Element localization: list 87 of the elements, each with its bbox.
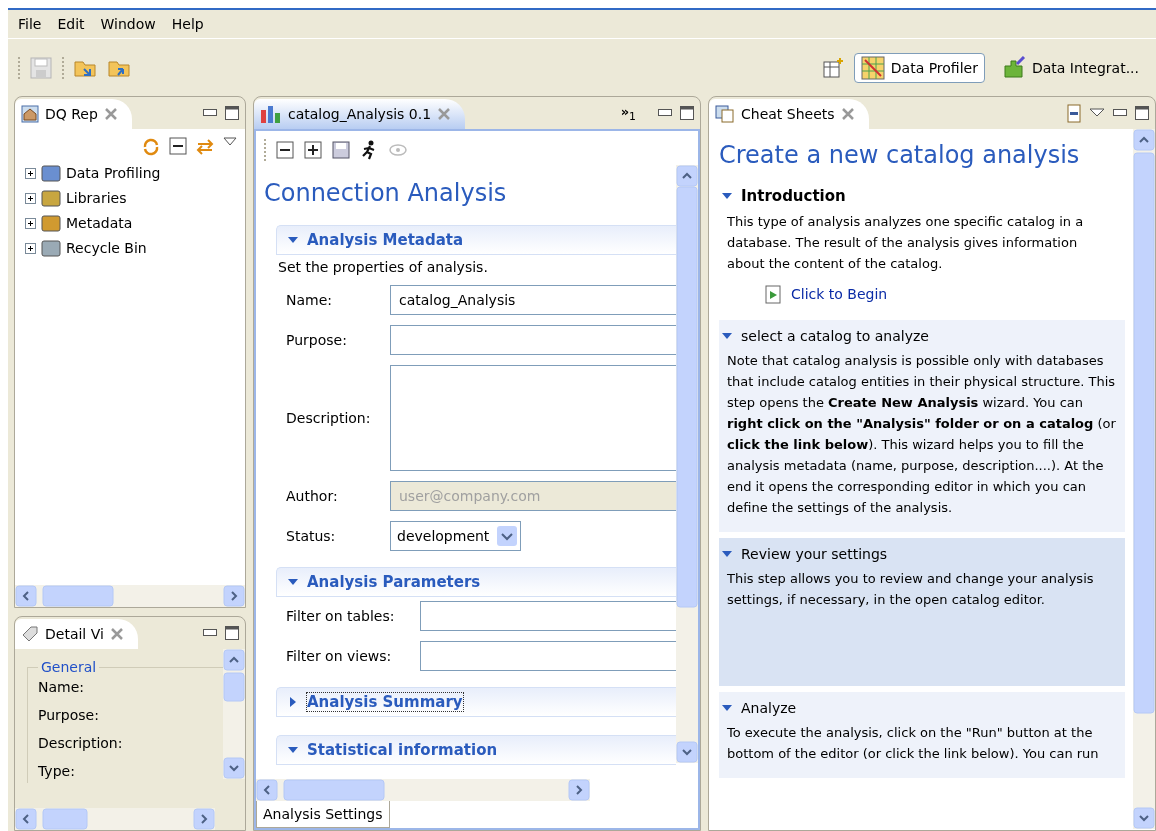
field-label: Description: <box>286 410 372 426</box>
field-label: Status: <box>286 528 337 544</box>
chart-icon <box>860 55 885 80</box>
tree-item[interactable]: Data Profiling <box>66 165 161 181</box>
section-header[interactable]: Statistical information <box>276 735 676 765</box>
expand-icon[interactable] <box>25 242 36 254</box>
section-header[interactable]: Analysis Parameters <box>276 567 676 597</box>
status-dropdown[interactable]: development <box>390 521 522 551</box>
step-text: This step allows you to review and change your analysis settings, if necessary, in the open catalog editor. <box>726 570 1095 609</box>
text-field[interactable] <box>420 641 676 671</box>
intro-text: This type of analysis analyzes one specific catalog in a database. The result of the analysis gives information about the content of the catalog. <box>726 213 1085 273</box>
step-title[interactable]: Analyze <box>741 700 797 716</box>
menu-item[interactable]: Window <box>94 14 162 34</box>
panel-tab[interactable]: Detail Vi <box>15 619 138 649</box>
editor-title: Connection Analysis <box>264 178 508 209</box>
close-icon[interactable] <box>109 627 124 641</box>
save-icon[interactable] <box>332 141 350 159</box>
vertical-scrollbar[interactable] <box>1133 129 1155 829</box>
expand-icon[interactable] <box>25 192 36 204</box>
section-title: Introduction <box>741 187 846 205</box>
close-icon[interactable] <box>840 107 855 121</box>
minimize-icon[interactable] <box>203 109 217 117</box>
cheat-sheet-title: Create a new catalog analysis <box>719 140 1081 171</box>
expand-icon[interactable] <box>25 217 36 229</box>
bar-chart-icon <box>260 104 282 124</box>
menu-item[interactable]: Edit <box>51 14 91 34</box>
minimize-icon[interactable] <box>1113 109 1127 117</box>
maximize-icon[interactable] <box>680 106 694 120</box>
field-label: Name: <box>38 679 86 695</box>
text-field[interactable]: catalog_Analysis <box>390 285 676 315</box>
collapse-all-icon[interactable] <box>276 141 294 159</box>
horizontal-scrollbar[interactable] <box>256 779 590 801</box>
field-label: Filter on views: <box>286 648 393 664</box>
field-label: Purpose: <box>286 332 348 348</box>
vertical-scrollbar[interactable] <box>223 649 245 779</box>
minimize-icon[interactable] <box>203 629 217 637</box>
horizontal-scrollbar[interactable] <box>15 808 215 830</box>
perspective-button[interactable]: Data Profiler <box>853 52 985 83</box>
perspective-button[interactable]: Data Integrat... <box>994 52 1146 83</box>
step-title[interactable]: Review your settings <box>741 546 888 562</box>
caret-icon <box>497 526 518 546</box>
house-icon <box>21 105 39 123</box>
link-arrows-icon[interactable] <box>195 137 215 157</box>
eye-icon <box>388 142 408 158</box>
expand-all-icon[interactable] <box>304 141 322 159</box>
expand-icon[interactable] <box>25 167 36 179</box>
step-title[interactable]: select a catalog to analyze <box>741 328 929 344</box>
field-label: Name: <box>286 292 334 308</box>
refresh-icon[interactable] <box>141 137 161 157</box>
panel-tab[interactable]: Cheat Sheets <box>709 99 869 129</box>
section-header[interactable]: Analysis Metadata <box>276 225 676 255</box>
open-perspective-icon[interactable] <box>821 56 844 79</box>
horizontal-scrollbar[interactable] <box>15 585 245 607</box>
editor-page-tab[interactable]: Analysis Settings <box>256 801 390 828</box>
field-label: Filter on tables: <box>286 608 396 624</box>
dropdown-icon[interactable] <box>1089 108 1105 118</box>
maximize-icon[interactable] <box>225 626 239 640</box>
menu-item[interactable]: Help <box>165 14 210 34</box>
close-icon[interactable] <box>103 107 118 121</box>
field-label: Purpose: <box>38 707 100 723</box>
maximize-icon[interactable] <box>225 106 239 120</box>
tag-icon <box>21 625 39 643</box>
section-header[interactable]: Analysis Summary <box>276 687 676 717</box>
step-text: To execute the analysis, click on the "Run" button at the bottom of the editor (or click the link below). You can run <box>726 724 1100 763</box>
tree-item[interactable]: Libraries <box>66 190 127 206</box>
menu-item[interactable]: File <box>12 14 48 34</box>
panel-tab[interactable]: DQ Rep <box>15 99 132 129</box>
tree-item[interactable]: Recycle Bin <box>66 240 147 256</box>
play-page-icon <box>765 284 783 304</box>
minimize-icon[interactable] <box>658 109 672 117</box>
text-area[interactable] <box>390 365 676 471</box>
maximize-icon[interactable] <box>1135 106 1149 120</box>
hidden-tabs-button[interactable]: »$_{1}$ <box>620 103 636 123</box>
field-label: Description: <box>38 735 124 751</box>
field-label: Type: <box>38 763 76 779</box>
group-title: General <box>40 659 98 675</box>
editor-tab[interactable]: catalog_Analysis 0.1 <box>254 99 466 129</box>
vertical-scrollbar[interactable] <box>676 165 698 763</box>
text-field[interactable] <box>420 601 676 631</box>
text-field[interactable] <box>390 325 676 355</box>
section-description: Set the properties of analysis. <box>278 259 489 275</box>
field-label: Author: <box>286 488 339 504</box>
collapse-all-icon[interactable] <box>169 137 187 155</box>
tree-item[interactable]: Metadata <box>66 215 133 231</box>
step-text: Note that catalog analysis is possible only with databases that include catalog entities in their physical structure. This step opens the Create New Analysis wizard. You can right click on the "Analysis" folder or on a catalog (or click the link below). This wizard helps you to fill the analysis metadata (name, purpose, description....). At the end it opens the corresponding editor in which you can define the settings of the analysis. <box>726 352 1117 517</box>
click-to-begin-link[interactable]: Click to Begin <box>765 284 1125 304</box>
dropdown-icon[interactable] <box>223 137 237 147</box>
